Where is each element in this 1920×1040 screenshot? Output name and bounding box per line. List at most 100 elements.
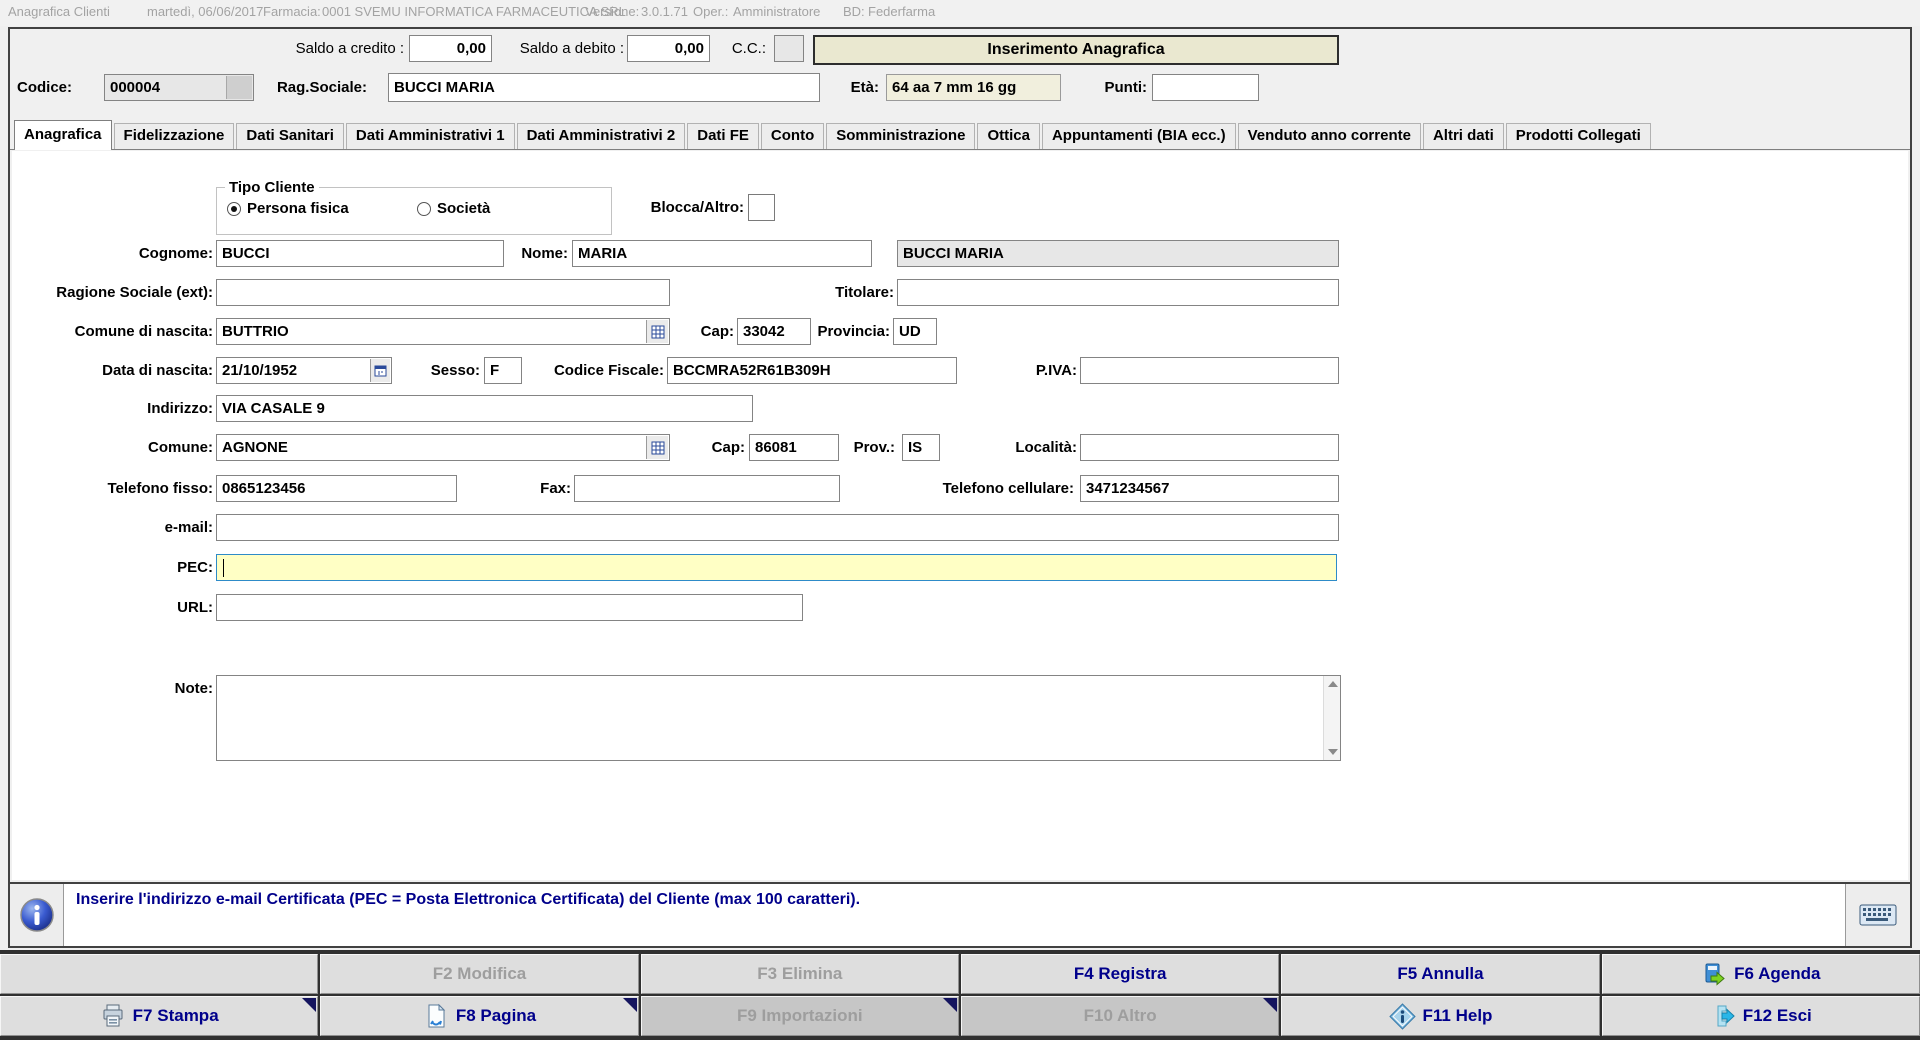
cap-field[interactable] — [749, 434, 839, 461]
fkey-f8-pagina[interactable]: F8 Pagina — [320, 996, 638, 1036]
email-label: e-mail: — [12, 514, 213, 541]
pec-label: PEC: — [12, 554, 213, 581]
tab-dati-fe[interactable]: Dati FE — [687, 123, 759, 149]
tab-appuntamenti[interactable]: Appuntamenti (BIA ecc.) — [1042, 123, 1236, 149]
info-message: Inserire l'indirizzo e-mail Certificata … — [64, 884, 1846, 946]
comune-field[interactable]: AGNONE — [216, 434, 670, 461]
keyboard-icon — [1859, 903, 1897, 927]
codice-fiscale-field[interactable] — [667, 357, 957, 384]
saldo-credito-field[interactable] — [409, 35, 492, 62]
info-icon-cell — [10, 884, 64, 946]
comune-nascita-label: Comune di nascita: — [12, 318, 213, 345]
tab-strip: Anagrafica Fidelizzazione Dati Sanitari … — [10, 120, 1910, 150]
provincia-field[interactable] — [893, 318, 937, 345]
cc-label: C.C.: — [716, 35, 766, 62]
saldo-credito-label: Saldo a credito : — [254, 35, 404, 62]
virtual-keyboard-button[interactable] — [1846, 884, 1910, 946]
ragione-ext-field[interactable] — [216, 279, 670, 306]
url-field[interactable] — [216, 594, 803, 621]
info-bar: Inserire l'indirizzo e-mail Certificata … — [8, 882, 1912, 948]
tab-conto[interactable]: Conto — [761, 123, 824, 149]
tab-anagrafica[interactable]: Anagrafica — [14, 120, 112, 150]
titolare-label: Titolare: — [792, 279, 894, 306]
note-field[interactable] — [216, 675, 1341, 761]
status-bar: Anagrafica Clienti martedì, 06/06/2017 F… — [0, 0, 1920, 26]
radio-societa[interactable] — [417, 202, 431, 216]
comune-lookup-button[interactable] — [646, 436, 668, 459]
punti-label: Punti: — [1080, 74, 1147, 101]
tab-dati-amministrativi-2[interactable]: Dati Amministrativi 2 — [517, 123, 686, 149]
titolare-field[interactable] — [897, 279, 1339, 306]
fkey-f12-esci[interactable]: F12 Esci — [1602, 996, 1920, 1036]
app-title: Anagrafica Clienti — [8, 4, 110, 19]
nome-field[interactable] — [572, 240, 872, 267]
fkey-f5-annulla[interactable]: F5 Annulla — [1281, 954, 1599, 994]
codice-field: 000004 — [104, 74, 254, 101]
fkey-f4-registra[interactable]: F4 Registra — [961, 954, 1279, 994]
tab-venduto-anno-corrente[interactable]: Venduto anno corrente — [1238, 123, 1421, 149]
codice-fiscale-label: Codice Fiscale: — [522, 357, 664, 384]
data-nascita-field[interactable]: 21/10/1952 — [216, 357, 392, 384]
fkey-f7-stampa[interactable]: F7 Stampa — [0, 996, 318, 1036]
note-label: Note: — [12, 675, 213, 702]
saldo-debito-field[interactable] — [627, 35, 710, 62]
fkey-f11-help[interactable]: F11 Help — [1281, 996, 1599, 1036]
cellulare-field[interactable] — [1080, 475, 1339, 502]
piva-label: P.IVA: — [1012, 357, 1077, 384]
menu-corner-icon — [623, 998, 637, 1012]
blocca-altro-checkbox[interactable] — [748, 194, 775, 221]
fax-label: Fax: — [516, 475, 571, 502]
pec-field[interactable] — [216, 554, 1337, 581]
provincia-label: Provincia: — [800, 318, 890, 345]
nome-completo-field: BUCCI MARIA — [897, 240, 1339, 267]
fax-field[interactable] — [574, 475, 840, 502]
oper-label: Oper.: — [693, 4, 728, 19]
localita-field[interactable] — [1080, 434, 1339, 461]
codice-side-button[interactable] — [226, 76, 252, 99]
scroll-down-icon[interactable] — [1328, 749, 1338, 755]
email-field[interactable] — [216, 514, 1339, 541]
cellulare-label: Telefono cellulare: — [892, 475, 1074, 502]
bd-label: BD: — [843, 4, 865, 19]
tab-altri-dati[interactable]: Altri dati — [1423, 123, 1504, 149]
note-scrollbar[interactable] — [1323, 676, 1340, 760]
fkey-f10-altro: F10 Altro — [961, 996, 1279, 1036]
farmacia-label: Farmacia: — [263, 4, 321, 19]
oper-value: Amministratore — [733, 4, 820, 19]
data-nascita-calendar-button[interactable] — [370, 359, 390, 382]
tab-ottica[interactable]: Ottica — [977, 123, 1040, 149]
ragsociale-label: Rag.Sociale: — [260, 74, 367, 101]
piva-field[interactable] — [1080, 357, 1339, 384]
tab-somministrazione[interactable]: Somministrazione — [826, 123, 975, 149]
cc-field[interactable] — [774, 35, 804, 62]
tipo-cliente-group: Tipo Cliente Persona fisica Società — [216, 179, 612, 235]
tab-fidelizzazione[interactable]: Fidelizzazione — [114, 123, 235, 149]
indirizzo-field[interactable] — [216, 395, 753, 422]
main-window: Saldo a credito : Saldo a debito : C.C.:… — [8, 27, 1912, 948]
function-row-1: F2 Modifica F3 Elimina F4 Registra F5 An… — [0, 954, 1920, 994]
fkey-f6-agenda[interactable]: F6 Agenda — [1602, 954, 1920, 994]
radio-persona-fisica[interactable] — [227, 202, 241, 216]
menu-corner-icon — [302, 998, 316, 1012]
bd-value: Federfarma — [868, 4, 935, 19]
scroll-up-icon[interactable] — [1328, 681, 1338, 687]
comune-nascita-field[interactable]: BUTTRIO — [216, 318, 670, 345]
prov-label: Prov.: — [835, 434, 895, 461]
tel-fisso-field[interactable] — [216, 475, 457, 502]
info-icon — [19, 897, 55, 933]
codice-label: Codice: — [17, 74, 97, 101]
cognome-field[interactable] — [216, 240, 504, 267]
sesso-field[interactable] — [484, 357, 522, 384]
tab-dati-amministrativi-1[interactable]: Dati Amministrativi 1 — [346, 123, 515, 149]
tab-prodotti-collegati[interactable]: Prodotti Collegati — [1506, 123, 1651, 149]
comune-nascita-lookup-button[interactable] — [646, 320, 668, 343]
prov-field[interactable] — [902, 434, 940, 461]
tab-dati-sanitari[interactable]: Dati Sanitari — [236, 123, 344, 149]
text-caret — [223, 559, 224, 577]
eta-field: 64 aa 7 mm 16 gg — [886, 74, 1061, 101]
punti-field[interactable] — [1152, 74, 1259, 101]
ragsociale-field[interactable] — [388, 73, 820, 102]
tab-content-anagrafica: Tipo Cliente Persona fisica Società Bloc… — [12, 151, 1908, 880]
eta-label: Età: — [820, 74, 879, 101]
versione-label: Versione: — [585, 4, 639, 19]
